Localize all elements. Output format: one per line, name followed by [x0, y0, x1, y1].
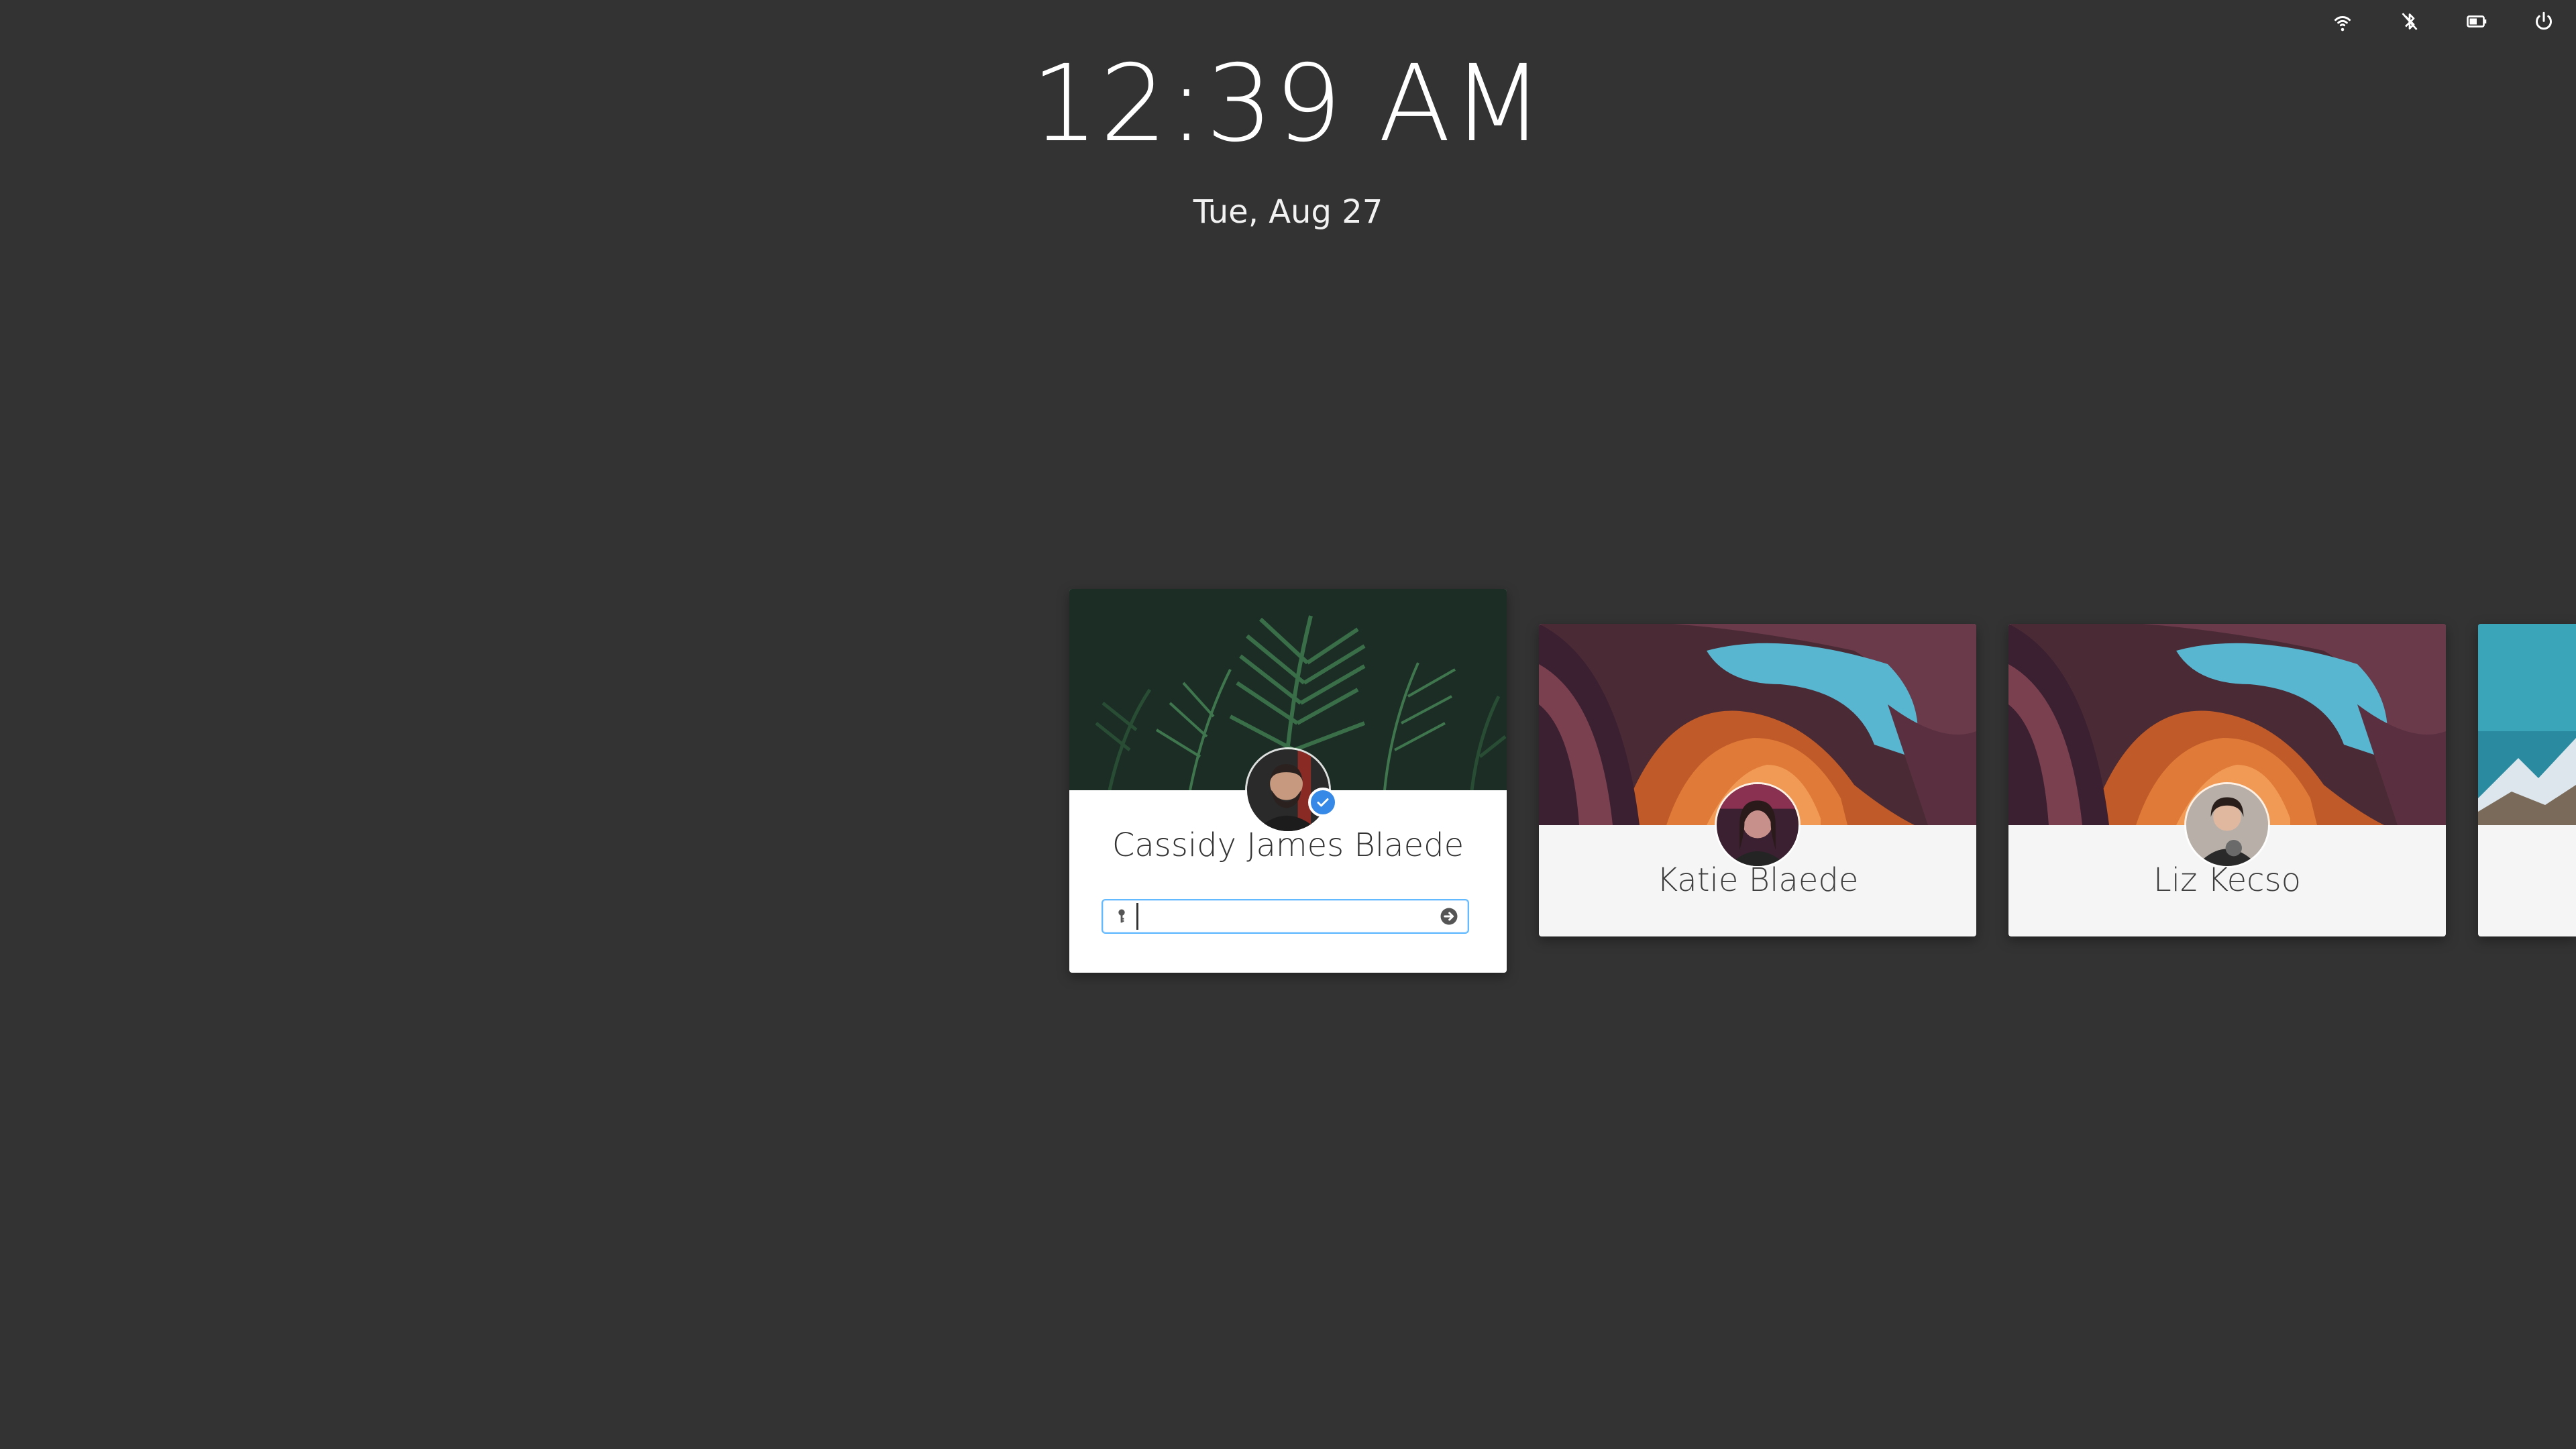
user-card-partial[interactable] [2478, 624, 2576, 936]
mountain-banner [2478, 624, 2576, 825]
arrow-right-circle-icon[interactable] [1436, 903, 1462, 930]
avatar [2184, 782, 2270, 868]
user-name: Cassidy James Blaede [1112, 826, 1464, 864]
wifi-icon[interactable] [2329, 8, 2356, 35]
user-card-liz[interactable]: Liz Kecso [2008, 624, 2446, 936]
password-input[interactable] [1136, 903, 1436, 930]
battery-icon[interactable] [2463, 8, 2490, 35]
clock-time: 12:39 AM [1031, 42, 1545, 166]
bluetooth-disabled-icon[interactable] [2396, 8, 2423, 35]
lock-screen: 12:39 AM Tue, Aug 27 Cassidy James Blaed… [0, 0, 2576, 1449]
password-field[interactable] [1102, 899, 1469, 934]
user-card-cassidy[interactable]: Cassidy James Blaede [1069, 589, 1507, 973]
system-tray [2329, 8, 2557, 35]
user-name: Liz Kecso [2153, 861, 2301, 899]
power-icon[interactable] [2530, 8, 2557, 35]
check-icon [1308, 788, 1338, 817]
user-name: Katie Blaede [1656, 861, 1859, 899]
clock: 12:39 AM Tue, Aug 27 [0, 40, 2576, 232]
key-icon [1108, 903, 1135, 930]
avatar [1715, 782, 1801, 868]
user-card-katie[interactable]: Katie Blaede [1539, 624, 1976, 936]
clock-date: Tue, Aug 27 [1193, 193, 1383, 231]
